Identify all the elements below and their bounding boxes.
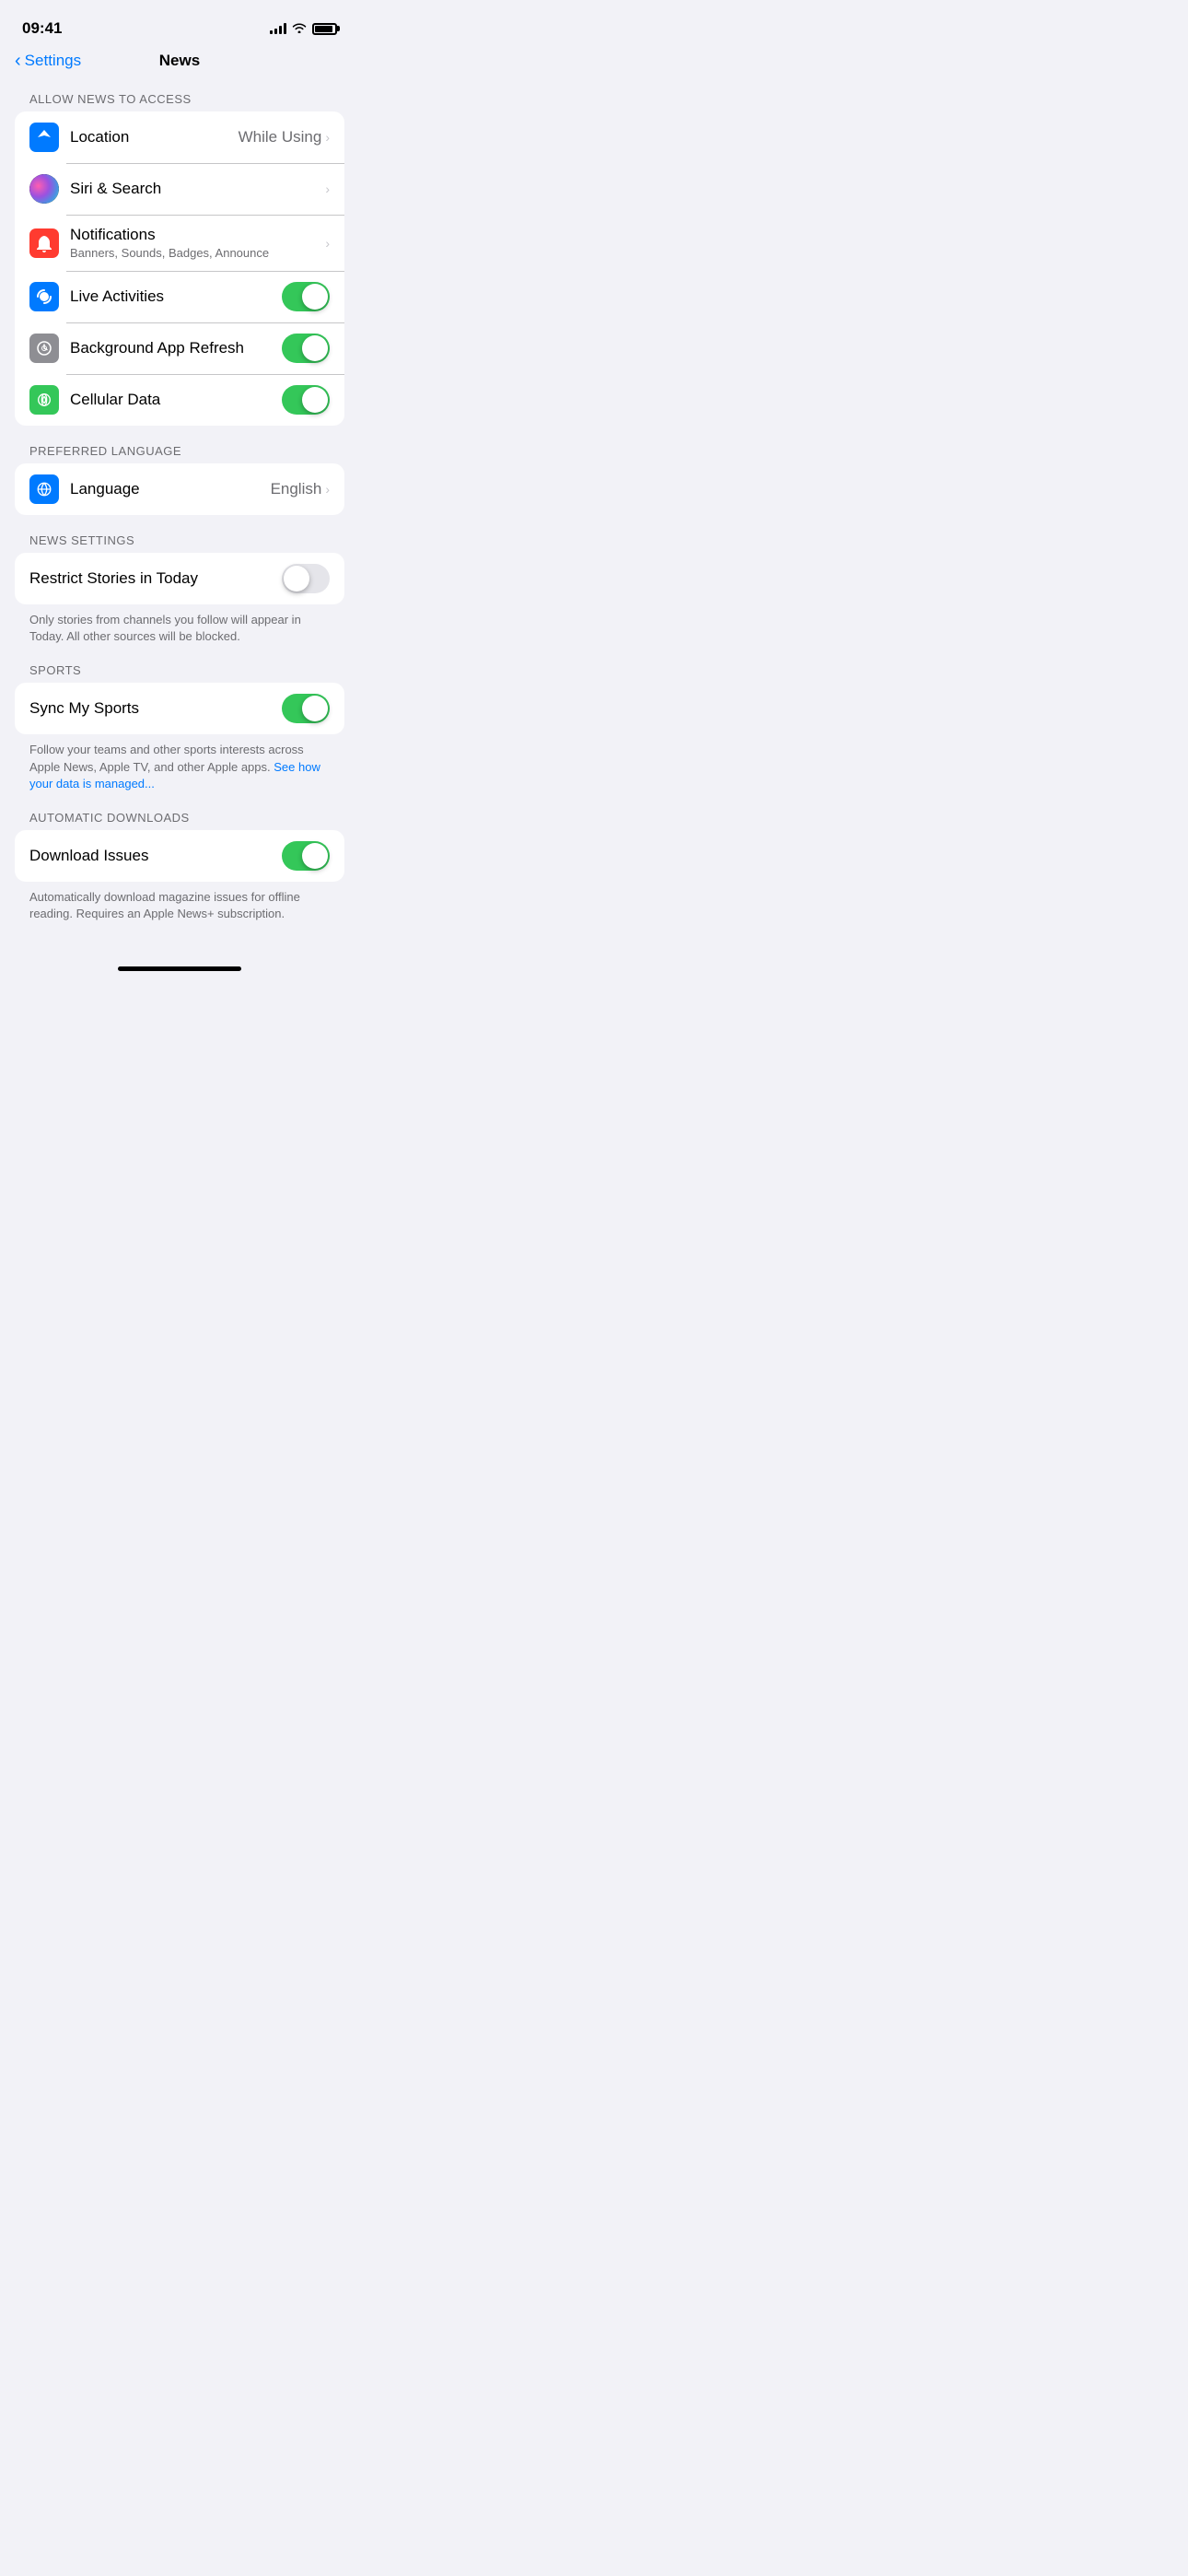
live-activities-title: Live Activities xyxy=(70,287,164,305)
home-bar xyxy=(118,966,241,971)
location-label: Location xyxy=(70,128,239,146)
cellular-toggle-thumb xyxy=(302,387,328,413)
sync-sports-title: Sync My Sports xyxy=(29,699,139,717)
live-activities-toggle-thumb xyxy=(302,284,328,310)
sports-data-link[interactable]: See how your data is managed... xyxy=(29,760,320,790)
status-time: 09:41 xyxy=(22,19,62,38)
bg-refresh-toggle[interactable] xyxy=(282,334,330,363)
restrict-stories-toggle-thumb xyxy=(284,566,309,591)
cellular-title: Cellular Data xyxy=(70,391,160,408)
bg-refresh-label: Background App Refresh xyxy=(70,339,282,357)
restrict-stories-toggle[interactable] xyxy=(282,564,330,593)
language-value: English xyxy=(271,480,322,498)
siri-label: Siri & Search xyxy=(70,180,325,198)
section-header-preferred-language: PREFERRED LANGUAGE xyxy=(0,444,359,463)
section-footer-sports: Follow your teams and other sports inter… xyxy=(0,734,359,792)
row-siri-search[interactable]: Siri & Search › xyxy=(15,163,344,215)
section-header-auto-downloads: AUTOMATIC DOWNLOADS xyxy=(0,811,359,830)
section-news-settings: NEWS SETTINGS Restrict Stories in Today … xyxy=(0,533,359,645)
home-indicator xyxy=(0,955,359,978)
section-footer-auto-downloads: Automatically download magazine issues f… xyxy=(0,882,359,922)
notifications-label: Notifications Banners, Sounds, Badges, A… xyxy=(70,226,325,260)
bg-refresh-toggle-thumb xyxy=(302,335,328,361)
content: ALLOW NEWS TO ACCESS Location While Usin… xyxy=(0,77,359,955)
row-restrict-stories[interactable]: Restrict Stories in Today xyxy=(15,553,344,604)
row-notifications[interactable]: Notifications Banners, Sounds, Badges, A… xyxy=(15,215,344,271)
nav-bar: ‹ Settings News xyxy=(0,44,359,77)
language-icon xyxy=(29,474,59,504)
live-activities-icon xyxy=(29,282,59,311)
location-value: While Using xyxy=(239,128,322,146)
status-bar: 09:41 xyxy=(0,0,359,44)
location-icon xyxy=(29,123,59,152)
battery-fill xyxy=(315,26,332,32)
row-live-activities[interactable]: Live Activities xyxy=(15,271,344,322)
section-allow-access: ALLOW NEWS TO ACCESS Location While Usin… xyxy=(0,92,359,426)
section-auto-downloads: AUTOMATIC DOWNLOADS Download Issues Auto… xyxy=(0,811,359,922)
section-preferred-language: PREFERRED LANGUAGE Language English › xyxy=(0,444,359,515)
sync-sports-toggle-thumb xyxy=(302,696,328,721)
download-issues-toggle[interactable] xyxy=(282,841,330,871)
section-footer-news-settings: Only stories from channels you follow wi… xyxy=(0,604,359,645)
cellular-icon xyxy=(29,385,59,415)
notifications-subtitle: Banners, Sounds, Badges, Announce xyxy=(70,246,325,260)
back-button[interactable]: ‹ Settings xyxy=(15,52,81,70)
battery-icon xyxy=(312,23,337,35)
sync-sports-label: Sync My Sports xyxy=(29,699,282,718)
restrict-stories-label: Restrict Stories in Today xyxy=(29,569,282,588)
notifications-title: Notifications xyxy=(70,226,156,243)
bg-refresh-title: Background App Refresh xyxy=(70,339,244,357)
card-sports: Sync My Sports xyxy=(15,683,344,734)
card-allow-access: Location While Using › Siri & Search › xyxy=(15,111,344,426)
bg-refresh-icon xyxy=(29,334,59,363)
card-preferred-language: Language English › xyxy=(15,463,344,515)
section-header-allow-access: ALLOW NEWS TO ACCESS xyxy=(0,92,359,111)
location-title: Location xyxy=(70,128,129,146)
section-header-sports: SPORTS xyxy=(0,663,359,683)
siri-icon xyxy=(29,174,59,204)
live-activities-label: Live Activities xyxy=(70,287,282,306)
language-title: Language xyxy=(70,480,140,498)
language-chevron-icon: › xyxy=(325,482,330,497)
notifications-right: › xyxy=(325,236,330,251)
cellular-toggle[interactable] xyxy=(282,385,330,415)
restrict-stories-title: Restrict Stories in Today xyxy=(29,569,198,587)
row-download-issues[interactable]: Download Issues xyxy=(15,830,344,882)
section-sports: SPORTS Sync My Sports Follow your teams … xyxy=(0,663,359,792)
siri-chevron-icon: › xyxy=(325,181,330,196)
sync-sports-toggle[interactable] xyxy=(282,694,330,723)
notifications-icon xyxy=(29,228,59,258)
download-issues-title: Download Issues xyxy=(29,847,148,864)
language-right: English › xyxy=(271,480,330,498)
location-right: While Using › xyxy=(239,128,330,146)
wifi-icon xyxy=(292,21,307,36)
cellular-label: Cellular Data xyxy=(70,391,282,409)
notifications-chevron-icon: › xyxy=(325,236,330,251)
row-sync-sports[interactable]: Sync My Sports xyxy=(15,683,344,734)
live-activities-toggle[interactable] xyxy=(282,282,330,311)
signal-bars-icon xyxy=(270,23,286,34)
row-location[interactable]: Location While Using › xyxy=(15,111,344,163)
language-label: Language xyxy=(70,480,271,498)
download-issues-toggle-thumb xyxy=(302,843,328,869)
card-auto-downloads: Download Issues xyxy=(15,830,344,882)
download-issues-label: Download Issues xyxy=(29,847,282,865)
location-chevron-icon: › xyxy=(325,130,330,145)
back-chevron-icon: ‹ xyxy=(15,52,21,70)
siri-right: › xyxy=(325,181,330,196)
section-header-news-settings: NEWS SETTINGS xyxy=(0,533,359,553)
card-news-settings: Restrict Stories in Today xyxy=(15,553,344,604)
status-icons xyxy=(270,21,337,36)
row-bg-refresh[interactable]: Background App Refresh xyxy=(15,322,344,374)
siri-title: Siri & Search xyxy=(70,180,161,197)
page-title: News xyxy=(159,52,200,70)
row-cellular[interactable]: Cellular Data xyxy=(15,374,344,426)
row-language[interactable]: Language English › xyxy=(15,463,344,515)
back-label: Settings xyxy=(25,52,81,70)
